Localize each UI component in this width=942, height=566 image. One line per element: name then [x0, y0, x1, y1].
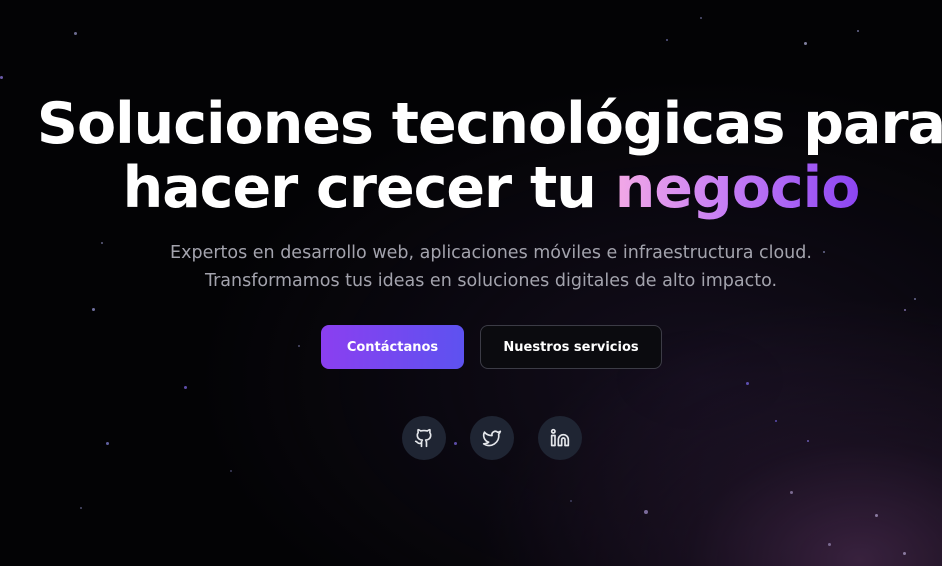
subtitle-line-2: Transformamos tus ideas en soluciones di…	[204, 271, 778, 291]
services-button[interactable]: Nuestros servicios	[480, 325, 662, 369]
linkedin-icon	[550, 428, 570, 447]
twitter-icon	[482, 430, 502, 447]
hero-headline: Soluciones tecnológicas para hacer crece…	[0, 92, 942, 220]
github-link[interactable]	[402, 416, 446, 460]
headline-line-2: hacer crecer tu	[122, 155, 615, 221]
github-icon	[414, 428, 432, 448]
headline-accent-word: negocio	[614, 155, 861, 221]
linkedin-link[interactable]	[538, 416, 582, 460]
contact-button-label: Contáctanos	[346, 339, 439, 355]
contact-button[interactable]: Contáctanos	[321, 325, 464, 369]
hero-subtitle: Expertos en desarrollo web, aplicaciones…	[0, 239, 942, 295]
subtitle-line-1: Expertos en desarrollo web, aplicaciones…	[170, 243, 812, 263]
twitter-link[interactable]	[470, 416, 514, 460]
hero-section: Soluciones tecnológicas para hacer crece…	[0, 0, 942, 566]
headline-line-1: Soluciones tecnológicas para	[36, 91, 942, 157]
services-button-label: Nuestros servicios	[503, 339, 639, 355]
